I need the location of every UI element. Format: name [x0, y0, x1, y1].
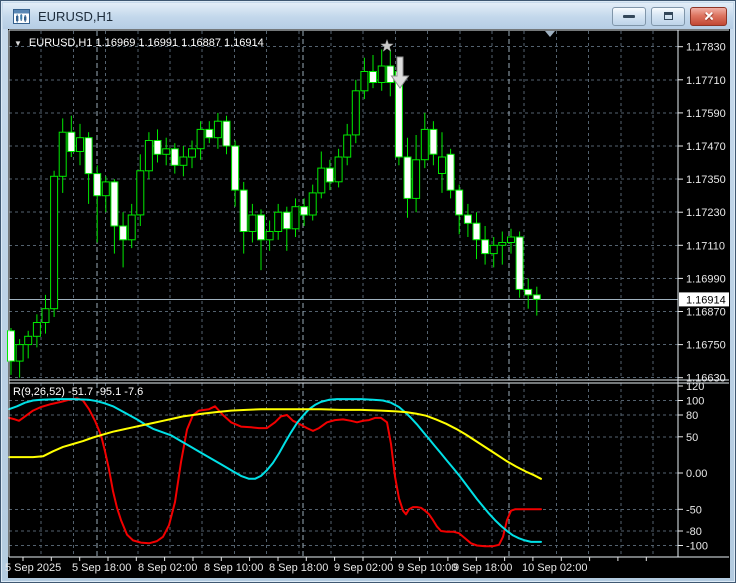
svg-text:5 Sep 18:00: 5 Sep 18:00 [72, 562, 131, 574]
svg-text:8 Sep 18:00: 8 Sep 18:00 [269, 562, 328, 574]
svg-text:50: 50 [686, 432, 698, 444]
svg-text:1.16914: 1.16914 [686, 294, 726, 306]
svg-text:100: 100 [686, 396, 704, 408]
svg-text:1.17230: 1.17230 [686, 207, 726, 219]
svg-text:1.17350: 1.17350 [686, 174, 726, 186]
svg-text:-50: -50 [686, 504, 702, 516]
svg-text:9 Sep 02:00: 9 Sep 02:00 [334, 562, 393, 574]
ohlc-header-text: EURUSD,H1 1.16969 1.16991 1.16887 1.1691… [29, 37, 264, 49]
svg-text:80: 80 [686, 410, 698, 422]
svg-text:9 Sep 10:00: 9 Sep 10:00 [398, 562, 457, 574]
svg-text:1.17470: 1.17470 [686, 141, 726, 153]
svg-text:9 Sep 18:00: 9 Sep 18:00 [453, 562, 512, 574]
svg-text:8 Sep 10:00: 8 Sep 10:00 [204, 562, 263, 574]
svg-text:1.16750: 1.16750 [686, 340, 726, 352]
svg-text:-80: -80 [686, 526, 702, 538]
svg-text:1.17590: 1.17590 [686, 108, 726, 120]
svg-text:5 Sep 2025: 5 Sep 2025 [5, 562, 61, 574]
svg-text:1.16870: 1.16870 [686, 307, 726, 319]
svg-text:0.00: 0.00 [686, 468, 707, 480]
chart-canvas: 1.17830 1.17710 1.17590 1.17470 1.17350 1.172… [1, 1, 736, 583]
svg-text:8 Sep 02:00: 8 Sep 02:00 [138, 562, 197, 574]
svg-text:1.17710: 1.17710 [686, 75, 726, 87]
symbol-dropdown-icon[interactable]: ▼ [14, 39, 22, 48]
svg-text:1.16990: 1.16990 [686, 273, 726, 285]
svg-text:1.17110: 1.17110 [686, 240, 725, 252]
ohlc-header: ▼ EURUSD,H1 1.16969 1.16991 1.16887 1.16… [14, 37, 264, 49]
svg-text:10 Sep 02:00: 10 Sep 02:00 [522, 562, 587, 574]
terminal-chart-window: EURUSD,H1 1.178301.177101.175901.174701.… [0, 0, 736, 583]
bid-price-tag: 1.16914 [679, 292, 729, 306]
svg-text:1.17830: 1.17830 [686, 42, 726, 54]
indicator-label: R(9,26,52) -51.7 -95.1 -7.6 [13, 386, 143, 398]
main-chart-area[interactable] [8, 29, 730, 578]
svg-text:-100: -100 [686, 541, 708, 553]
